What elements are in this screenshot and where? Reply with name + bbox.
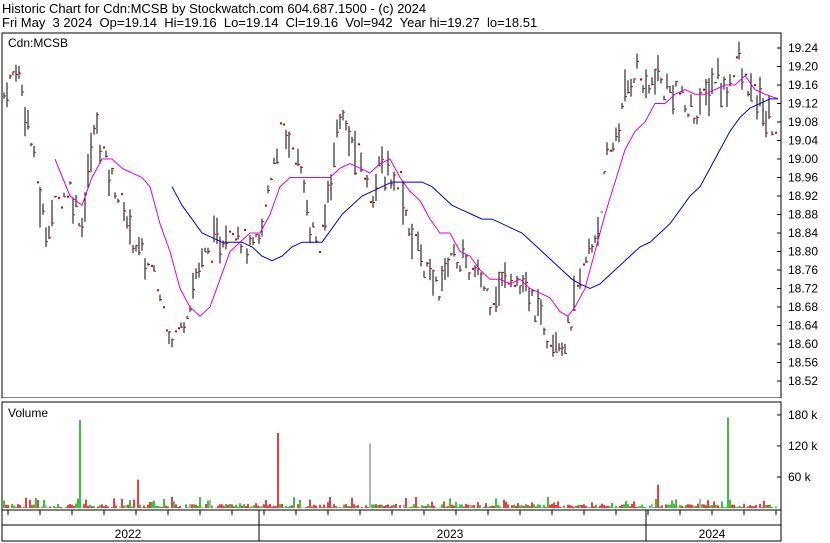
- price-dot: [121, 193, 123, 196]
- price-dot: [679, 92, 681, 95]
- price-dot: [175, 330, 177, 333]
- price-dot: [265, 204, 267, 207]
- price-dot: [754, 84, 756, 87]
- volume-tick-label: 60 k: [788, 470, 812, 484]
- price-tick-label: 19.00: [788, 152, 818, 166]
- price-dot: [319, 251, 321, 254]
- price-tick-label: 18.76: [788, 263, 818, 277]
- price-dot: [397, 187, 399, 190]
- year-label-2022: 2022: [115, 527, 142, 541]
- price-tick-label: 18.88: [788, 208, 818, 222]
- price-tick-label: 19.04: [788, 134, 818, 148]
- price-tick-label: 18.96: [788, 171, 818, 185]
- price-dot: [280, 122, 282, 125]
- price-dot: [235, 238, 237, 241]
- volume-tick-label: 180 k: [788, 408, 818, 422]
- year-label-2024: 2024: [699, 527, 726, 541]
- price-dot: [733, 75, 735, 78]
- price-dot: [229, 230, 231, 233]
- price-dot: [577, 284, 579, 287]
- price-dot: [244, 229, 246, 232]
- price-tick-label: 19.08: [788, 115, 818, 129]
- price-tick-label: 18.60: [788, 337, 818, 351]
- price-dot: [157, 289, 159, 292]
- price-dot: [370, 201, 372, 204]
- price-dot: [358, 143, 360, 146]
- price-dot: [703, 88, 705, 91]
- price-tick-label: 18.64: [788, 319, 818, 333]
- price-tick-label: 18.52: [788, 374, 818, 388]
- price-dot: [364, 177, 366, 180]
- price-plot-area: [1, 32, 782, 399]
- price-dot: [166, 329, 168, 332]
- price-dot: [178, 327, 180, 330]
- price-dot: [400, 171, 402, 174]
- stock-chart: Cdn:MCSB 18.5218.5618.6018.6418.6818.721…: [1, 32, 818, 542]
- time-axis: 2022 2023 2024: [1, 509, 782, 542]
- price-dot: [775, 131, 777, 134]
- price-dot: [322, 224, 324, 227]
- price-tick-label: 19.20: [788, 60, 818, 74]
- volume-plot-area: [1, 401, 782, 511]
- price-tick-label: 19.16: [788, 78, 818, 92]
- price-dot: [61, 206, 63, 209]
- price-dot: [37, 181, 39, 184]
- volume-panel: Volume 60 k 120 k 180 k: [1, 401, 818, 511]
- price-tick-label: 18.56: [788, 356, 818, 370]
- price-dot: [472, 267, 474, 270]
- price-tick-label: 19.12: [788, 97, 818, 111]
- price-dot: [514, 284, 516, 287]
- price-dot: [283, 123, 285, 126]
- price-dot: [232, 233, 234, 236]
- price-dot: [493, 303, 495, 306]
- price-dot: [151, 264, 153, 267]
- price-dot: [211, 260, 213, 263]
- price-dot: [550, 344, 552, 347]
- volume-axis: 60 k 120 k 180 k: [777, 408, 818, 484]
- price-tick-label: 18.84: [788, 226, 818, 240]
- symbol-label: Cdn:MCSB: [8, 36, 68, 50]
- volume-tick-label: 120 k: [788, 439, 818, 453]
- price-dot: [103, 146, 105, 149]
- price-dot: [163, 306, 165, 309]
- price-dot: [583, 263, 585, 266]
- price-dot: [295, 162, 297, 165]
- price-axis: 18.52 18.56 18.60 18.64 18.68 18.72 18.76 18.80…: [777, 41, 818, 388]
- price-tick-label: 18.72: [788, 282, 818, 296]
- volume-label: Volume: [8, 406, 48, 420]
- price-dot: [640, 78, 642, 81]
- price-dot: [292, 147, 294, 150]
- price-tick-label: 19.24: [788, 41, 818, 55]
- year-label-2023: 2023: [437, 527, 464, 541]
- price-tick-label: 18.92: [788, 189, 818, 203]
- price-tick-label: 18.68: [788, 300, 818, 314]
- price-dot: [415, 234, 417, 237]
- price-panel: Cdn:MCSB 18.5218.5618.6018.6418.6818.721…: [1, 32, 818, 412]
- price-dot: [67, 195, 69, 198]
- price-dot: [736, 56, 738, 59]
- price-dot: [58, 196, 60, 199]
- price-dot: [610, 149, 612, 152]
- price-tick-label: 18.80: [788, 245, 818, 259]
